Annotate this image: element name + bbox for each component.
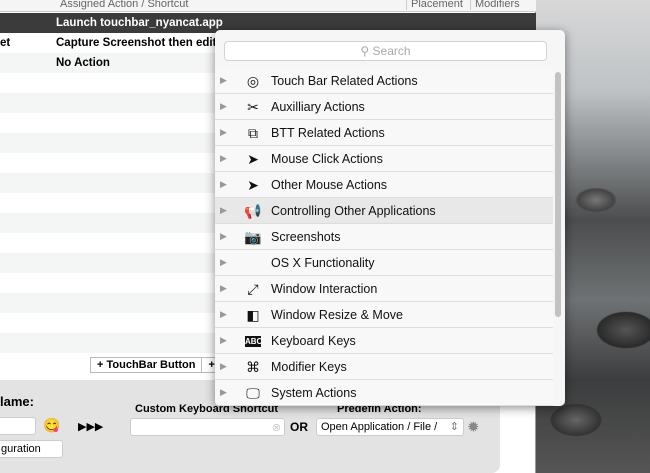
name-input[interactable] <box>0 417 36 435</box>
search-icon: ⚲ <box>360 44 373 58</box>
action-picker-popup: ⚲ Search ▶ ◎ Touch Bar Related Actions ▶ ✂ Au… <box>215 30 565 406</box>
col-placement[interactable]: Placement <box>406 0 463 10</box>
shortcut-input[interactable]: ⊗ <box>130 418 285 436</box>
other-mouse-actions-icon: ➤ <box>247 177 259 193</box>
row-action: Capture Screenshot then edit i <box>56 37 223 49</box>
menu-item-label: Controlling Other Applications <box>271 204 436 218</box>
menu-item[interactable]: ▶ ➤ Mouse Click Actions <box>215 146 553 172</box>
menu-item[interactable]: ▶ 📷 Screenshots <box>215 224 553 250</box>
disclosure-triangle-icon[interactable]: ▶ <box>220 257 227 268</box>
stepper-icon: ⇕ <box>449 421 459 433</box>
menu-item[interactable]: ▶ ◧ Window Resize & Move <box>215 302 553 328</box>
name-label: lame: <box>0 394 34 409</box>
menu-item[interactable]: ▶ ✂ Auxilliary Actions <box>215 94 553 120</box>
touch-bar-related-actions-icon: ◎ <box>246 73 260 89</box>
menu-item-label: Touch Bar Related Actions <box>271 74 418 88</box>
disclosure-triangle-icon[interactable]: ▶ <box>220 335 227 346</box>
disclosure-triangle-icon[interactable]: ▶ <box>220 179 227 190</box>
keyboard-keys-icon: ABC <box>245 336 263 347</box>
system-actions-icon: 🖵 <box>246 385 260 401</box>
disclosure-triangle-icon[interactable]: ▶ <box>220 127 227 138</box>
menu-item-label: OS X Functionality <box>271 256 375 270</box>
menu-item[interactable]: ▶ ⧉ BTT Related Actions <box>215 120 553 146</box>
add-touchbar-button[interactable]: + TouchBar Button <box>90 357 203 373</box>
search-placeholder: Search <box>372 44 411 58</box>
row-action: No Action <box>56 57 110 69</box>
window-resize-move-icon: ◧ <box>246 307 260 323</box>
menu-item-label: Screenshots <box>271 230 341 244</box>
gear-icon[interactable]: ✹ <box>467 418 480 436</box>
menu-item-label: Keyboard Keys <box>271 334 356 348</box>
predefined-value: Open Application / File / <box>321 421 438 433</box>
modifier-keys-icon: ⌘ <box>246 359 260 375</box>
disclosure-triangle-icon[interactable]: ▶ <box>220 309 227 320</box>
mouse-click-actions-icon: ➤ <box>247 151 259 167</box>
disclosure-triangle-icon[interactable]: ▶ <box>220 231 227 242</box>
row-action: Launch touchbar_nyancat.app <box>56 17 223 29</box>
predefined-action-select[interactable]: Open Application / File / ⇕ <box>316 418 464 436</box>
menu-item[interactable]: ▶ ◎ Touch Bar Related Actions <box>215 68 553 94</box>
disclosure-triangle-icon[interactable]: ▶ <box>220 101 227 112</box>
arrows-icon: ▶▶▶ <box>78 421 104 433</box>
auxilliary-actions-icon: ✂ <box>247 99 259 115</box>
scrollbar[interactable] <box>555 72 561 317</box>
col-assigned-action[interactable]: Assigned Action / Shortcut <box>60 0 188 10</box>
menu-item[interactable]: ▶ ⌘ Modifier Keys <box>215 354 553 380</box>
menu-item[interactable]: ▶ ⤢ Window Interaction <box>215 276 553 302</box>
disclosure-triangle-icon[interactable]: ▶ <box>220 283 227 294</box>
row-name: et <box>0 37 11 49</box>
disclosure-triangle-icon[interactable]: ▶ <box>220 387 227 398</box>
col-modifiers[interactable]: Modifiers <box>470 0 520 10</box>
table-header: Assigned Action / Shortcut Placement Mod… <box>0 0 536 12</box>
disclosure-triangle-icon[interactable]: ▶ <box>220 75 227 86</box>
controlling-other-applications-icon: 📢 <box>244 203 262 219</box>
menu-item-label: Modifier Keys <box>271 360 347 374</box>
menu-item-label: BTT Related Actions <box>271 126 385 140</box>
window-interaction-icon: ⤢ <box>247 281 259 297</box>
screenshots-icon: 📷 <box>244 229 262 245</box>
disclosure-triangle-icon[interactable]: ▶ <box>220 153 227 164</box>
disclosure-triangle-icon[interactable]: ▶ <box>220 205 227 216</box>
search-input[interactable]: ⚲ Search <box>224 41 547 61</box>
configuration-button[interactable]: guration <box>0 440 63 458</box>
or-label: OR <box>290 420 308 434</box>
menu-item[interactable]: ▶ ABC Keyboard Keys <box>215 328 553 354</box>
clear-icon[interactable]: ⊗ <box>272 421 281 434</box>
disclosure-triangle-icon[interactable]: ▶ <box>220 361 227 372</box>
menu-item-label: System Actions <box>271 386 357 400</box>
emoji-picker[interactable]: 😋 <box>43 417 60 434</box>
menu-item[interactable]: ▶ 🖵 System Actions <box>215 380 553 406</box>
menu-item[interactable]: ▶ 📢 Controlling Other Applications <box>215 198 553 224</box>
menu-item[interactable]: ▶ OS X Functionality <box>215 250 553 276</box>
menu-item[interactable]: ▶ ➤ Other Mouse Actions <box>215 172 553 198</box>
btt-related-actions-icon: ⧉ <box>248 125 258 141</box>
menu-item-label: Window Resize & Move <box>271 308 403 322</box>
menu-item-label: Auxilliary Actions <box>271 100 365 114</box>
menu-item-label: Window Interaction <box>271 282 378 296</box>
menu-item-label: Mouse Click Actions <box>271 152 383 166</box>
menu-item-label: Other Mouse Actions <box>271 178 388 192</box>
